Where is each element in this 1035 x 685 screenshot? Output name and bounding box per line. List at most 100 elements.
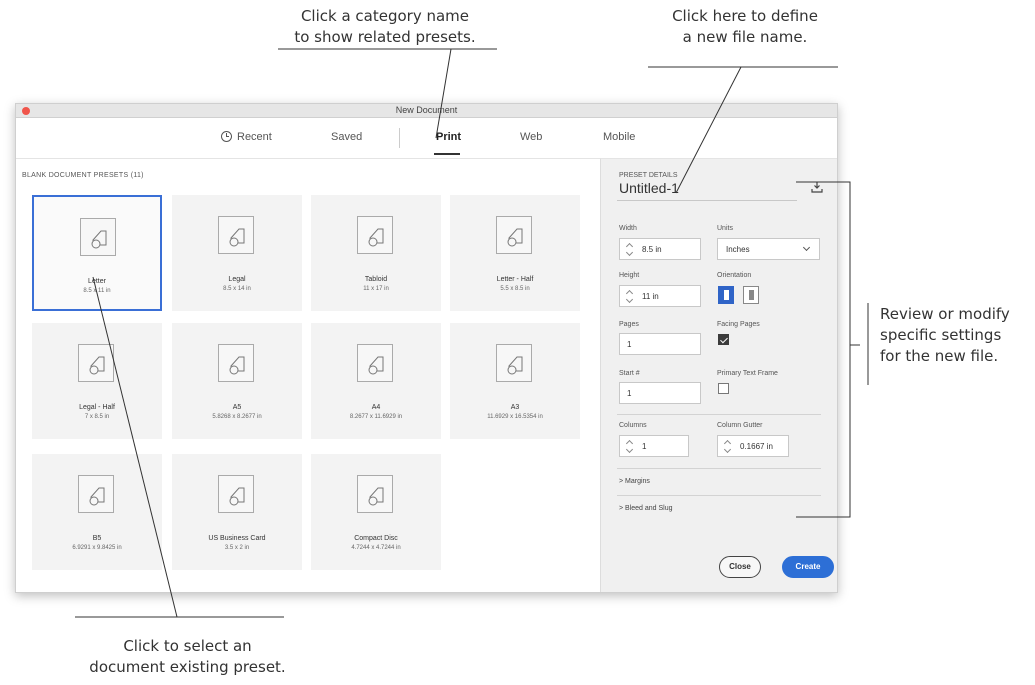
preset-card[interactable]: A4 8.2677 x 11.6929 in [311,323,441,439]
preset-card[interactable]: Letter - Half 5.5 x 8.5 in [450,195,580,311]
start-label: Start # [619,370,640,377]
callout-line: a new file name. [682,28,808,46]
preset-name: Letter - Half [496,276,534,283]
preset-name: Compact Disc [354,535,398,542]
document-preset-icon [496,344,532,382]
column-gutter-field[interactable]: 0.1667 in [717,435,789,457]
document-preset-icon [357,475,393,513]
bleed-slug-section-toggle[interactable]: > Bleed and Slug [619,505,673,512]
height-stepper-icon[interactable] [626,289,633,304]
units-label: Units [717,225,733,232]
name-underline [617,200,797,201]
columns-label: Columns [619,422,647,429]
tab-recent[interactable]: Recent [237,131,272,143]
callout-line: Click a category name [300,7,470,25]
preset-size: 5.8268 x 8.2677 in [212,414,262,420]
preset-name: Legal [228,276,246,283]
gutter-stepper-icon[interactable] [724,439,731,454]
callout-select: Click to select an document existing pre… [80,636,295,678]
divider [617,414,821,415]
callout-filename: Click here to define a new file name. [640,6,850,48]
tab-mobile[interactable]: Mobile [603,131,635,143]
preset-card[interactable]: A3 11.6929 x 16.5354 in [450,323,580,439]
preset-size: 5.5 x 8.5 in [500,286,530,292]
primary-text-frame-checkbox[interactable] [718,383,729,394]
preset-name: Tabloid [364,276,388,283]
preset-details-title: PRESET DETAILS [619,172,678,179]
clock-icon [221,131,232,142]
units-select[interactable]: Inches [717,238,820,260]
presets-panel: BLANK DOCUMENT PRESETS (11) Letter 8.5 x … [16,158,600,592]
preset-size: 4.7244 x 4.7244 in [351,545,401,551]
close-button[interactable]: Close [719,556,761,578]
preset-size: 11 x 17 in [363,286,389,292]
tab-saved[interactable]: Saved [331,131,362,143]
preset-card[interactable]: Legal 8.5 x 14 in [172,195,302,311]
height-field[interactable]: 11 in [619,285,701,307]
preset-card[interactable]: Letter 8.5 x 11 in [32,195,162,311]
callout-line: Review or modify [880,305,1010,323]
document-name-field[interactable]: Untitled-1 [619,180,679,196]
preset-size: 3.5 x 2 in [224,545,250,551]
preset-card[interactable]: Tabloid 11 x 17 in [311,195,441,311]
preset-card[interactable]: US Business Card 3.5 x 2 in [172,454,302,570]
window-title: New Document [395,105,458,115]
title-bar: New Document [16,104,837,118]
facing-pages-checkbox[interactable] [718,334,729,345]
tab-print[interactable]: Print [436,131,461,143]
preset-name: A5 [232,404,242,411]
column-gutter-label: Column Gutter [717,422,763,429]
preset-card[interactable]: Compact Disc 4.7244 x 4.7244 in [311,454,441,570]
preset-card[interactable]: A5 5.8268 x 8.2677 in [172,323,302,439]
margins-section-toggle[interactable]: > Margins [619,478,650,485]
preset-size: 11.6929 x 16.5354 in [487,414,543,420]
landscape-icon [749,290,754,300]
document-preset-icon [80,218,116,256]
width-label: Width [619,225,637,232]
landscape-orientation-button[interactable] [743,286,759,304]
document-preset-icon [357,216,393,254]
preset-size: 8.5 x 11 in [83,288,111,294]
preset-size: 6.9291 x 9.8425 in [72,545,122,551]
document-preset-icon [496,216,532,254]
columns-field[interactable]: 1 [619,435,689,457]
tab-web[interactable]: Web [520,131,542,143]
pages-field[interactable]: 1 [619,333,701,355]
preset-name: Letter [88,278,106,285]
primary-text-frame-label: Primary Text Frame [717,370,778,377]
save-preset-icon[interactable] [811,181,823,193]
callout-line: Click to select an [123,637,252,655]
orientation-label: Orientation [717,272,752,279]
document-preset-icon [218,475,254,513]
divider [617,468,821,469]
category-tabs: Recent Saved Print Web Mobile [16,118,837,158]
preset-card[interactable]: B5 6.9291 x 9.8425 in [32,454,162,570]
preset-name: A3 [510,404,520,411]
preset-card[interactable]: Legal - Half 7 x 8.5 in [32,323,162,439]
portrait-icon [724,290,729,300]
pages-label: Pages [619,321,639,328]
create-button[interactable]: Create [782,556,834,578]
callout-line: specific settings [880,326,1002,344]
portrait-orientation-button[interactable] [718,286,734,304]
callout-line: document existing preset. [89,658,286,676]
new-document-dialog: New Document Recent Saved Print Web Mobi… [15,103,838,593]
preset-name: Legal - Half [79,404,115,411]
preset-size: 8.5 x 14 in [223,286,251,292]
preset-name: US Business Card [208,535,266,542]
callout-line: Click here to define [672,7,818,25]
divider [617,495,821,496]
document-preset-icon [78,344,114,382]
start-number-field[interactable]: 1 [619,382,701,404]
preset-details-panel: PRESET DETAILS Untitled-1 Width 8.5 in U… [600,158,837,592]
tab-separator [399,128,400,148]
document-preset-icon [218,216,254,254]
chevron-down-icon [802,243,811,252]
callout-line: for the new file. [880,347,999,365]
width-stepper-icon[interactable] [626,242,633,257]
active-tab-underline [434,153,460,155]
document-preset-icon [78,475,114,513]
columns-stepper-icon[interactable] [626,439,633,454]
width-field[interactable]: 8.5 in [619,238,701,260]
callout-line: to show related presets. [294,28,476,46]
